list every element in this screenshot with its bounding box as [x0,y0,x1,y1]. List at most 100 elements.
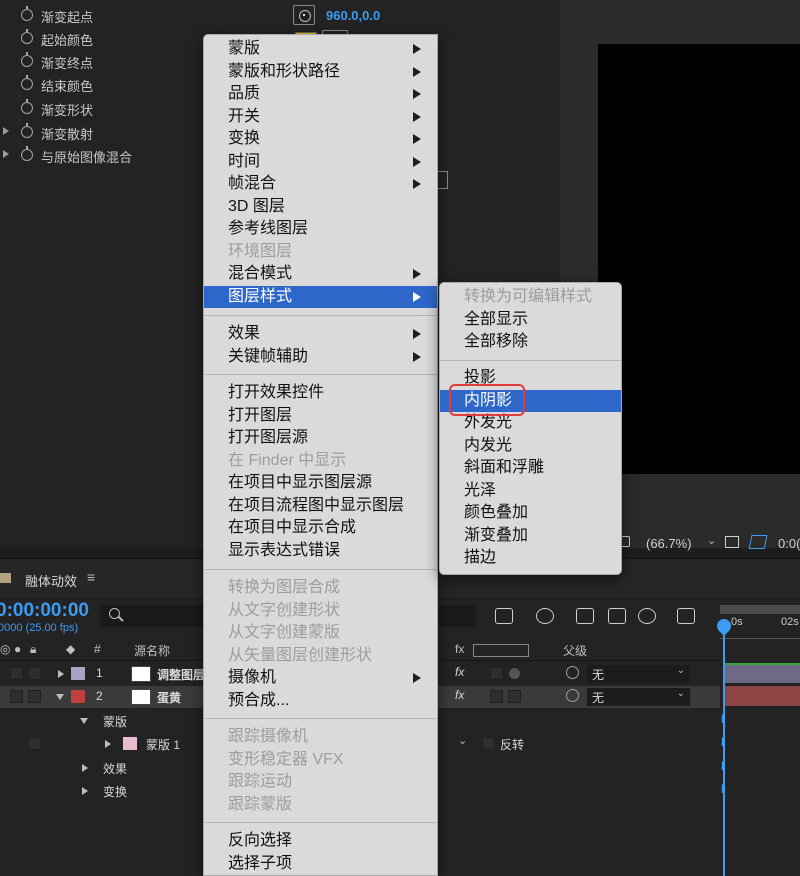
menu-item-time[interactable]: 时间 [204,151,437,174]
submenu-item-stroke[interactable]: 描边 [440,547,621,570]
mask-color-swatch[interactable] [123,737,137,750]
mask-name[interactable]: 蒙版 1 [146,736,180,753]
switch-box[interactable] [508,690,521,703]
layer-duration-bar[interactable] [725,663,800,683]
switch-box[interactable] [490,667,503,680]
pick-whip-icon[interactable] [566,689,579,702]
layer-name[interactable]: 蛋黄 [157,689,181,706]
region-of-interest-icon[interactable] [748,535,768,549]
twirl-arrow-icon[interactable] [105,740,111,748]
menu-item-masks[interactable]: 蒙版 [204,38,437,61]
graph-editor-icon[interactable] [677,608,695,624]
start-point-value[interactable]: 960.0,0.0 [326,8,380,23]
submenu-item-bevel-emboss[interactable]: 斜面和浮雕 [440,457,621,480]
stopwatch-icon[interactable] [21,123,33,138]
chevron-down-icon[interactable]: ⌄ [707,534,716,547]
twirl-arrow-icon[interactable] [82,787,88,795]
stopwatch-icon[interactable] [21,99,33,114]
submenu-item-remove-all[interactable]: 全部移除 [440,331,621,354]
menu-item-invert-selection[interactable]: 反向选择 [204,830,437,853]
menu-item-select-children[interactable]: 选择子项 [204,853,437,876]
menu-item-label: 在项目中显示图层源 [228,474,373,491]
menu-item-3d-layer[interactable]: 3D 图层 [204,196,437,219]
menu-item-keyframe-assistant[interactable]: 关键帧辅助 [204,346,437,369]
solo-toggle[interactable] [10,667,23,680]
panel-menu-icon[interactable]: ≡ [87,569,95,585]
submenu-item-color-overlay[interactable]: 颜色叠加 [440,502,621,525]
layer-duration-bar[interactable] [725,686,800,706]
crosshair-icon[interactable] [293,5,315,25]
label-color-swatch[interactable] [71,690,85,703]
adjustment-layer-icon[interactable] [508,667,521,680]
menu-item-frame-blending[interactable]: 帧混合 [204,173,437,196]
menu-item-blending-mode[interactable]: 混合模式 [204,263,437,286]
menu-item-reveal-in-flowchart[interactable]: 在项目流程图中显示图层 [204,495,437,518]
ruler-label: 0s [731,616,743,628]
stopwatch-icon[interactable] [21,146,33,161]
twirl-arrow-icon[interactable] [82,764,88,772]
menu-item-camera[interactable]: 摄像机 [204,667,437,690]
switch-box[interactable] [490,690,503,703]
draft-3d-icon[interactable] [536,608,554,624]
comp-color-swatch [0,573,11,583]
lock-toggle[interactable] [28,690,41,703]
zoom-dropdown[interactable]: (66.7%) [646,536,692,551]
menu-item-reveal-comp-in-project[interactable]: 在项目中显示合成 [204,517,437,540]
invert-checkbox[interactable] [482,737,495,750]
lock-toggle[interactable] [28,667,41,680]
source-name-header[interactable]: 源名称 [134,642,170,659]
twirl-arrow-icon[interactable] [80,718,88,724]
label-color-swatch[interactable] [71,667,85,680]
property-label: 结束颜色 [41,79,94,94]
composition-canvas[interactable] [598,44,800,474]
work-area-bar[interactable] [720,605,800,614]
menu-item-switches[interactable]: 开关 [204,106,437,129]
submenu-item-inner-glow[interactable]: 内发光 [440,435,621,458]
menu-item-transform[interactable]: 变换 [204,128,437,151]
comp-flowchart-icon[interactable] [495,608,513,624]
motion-blur-icon[interactable] [638,608,656,624]
submenu-item-gradient-overlay[interactable]: 渐变叠加 [440,525,621,548]
menu-item-open-layer-source[interactable]: 打开图层源 [204,427,437,450]
parent-dropdown[interactable]: 无 ⌄ [587,688,690,706]
search-field-end[interactable] [438,605,476,627]
stopwatch-icon[interactable] [21,52,33,67]
menu-item-open-effect-controls[interactable]: 打开效果控件 [204,382,437,405]
menu-item-label: 打开图层 [228,406,293,424]
twirl-arrow-icon[interactable] [58,670,64,678]
menu-item-mask-shape-path[interactable]: 蒙版和形状路径 [204,61,437,84]
menu-item-quality[interactable]: 品质 [204,83,437,106]
twirl-arrow-icon[interactable] [56,694,64,700]
current-time-display[interactable]: 0:00:00:00 [0,600,89,622]
stopwatch-icon[interactable] [21,6,33,21]
twirl-arrow-icon[interactable] [3,150,9,158]
twirl-arrow-icon[interactable] [3,127,9,135]
submenu-item-satin[interactable]: 光泽 [440,480,621,503]
parent-dropdown[interactable]: 无 ⌄ [587,665,690,683]
frame-blending-icon[interactable] [608,608,626,624]
stopwatch-icon[interactable] [21,29,33,44]
menu-item-show-expression-errors[interactable]: 显示表达式错误 [204,540,437,563]
shy-layers-icon[interactable] [576,608,594,624]
menu-item-guide-layer[interactable]: 参考线图层 [204,218,437,241]
solo-toggle[interactable] [10,690,23,703]
submenu-item-show-all[interactable]: 全部显示 [440,309,621,332]
menu-item-precompose[interactable]: 预合成... [204,690,437,713]
menu-item-reveal-source-in-project[interactable]: 在项目中显示图层源 [204,472,437,495]
menu-item-layer-styles[interactable]: 图层样式 [204,285,437,308]
property-row[interactable]: 渐变起点 [0,5,560,27]
stopwatch-icon[interactable] [21,75,33,90]
menu-item-effects[interactable]: 效果 [204,323,437,346]
fx-switch-icon[interactable]: fx [455,665,464,679]
lock-toggle[interactable] [28,737,41,750]
menu-item-track-motion: 跟踪运动 [204,771,437,794]
fx-switch-icon[interactable]: fx [455,688,464,702]
chevron-down-icon[interactable]: ⌄ [458,734,467,747]
viewer-timecode[interactable]: 0:0( [778,536,800,551]
layer-name[interactable]: 调整图层 [157,666,205,683]
playhead-line[interactable] [723,619,725,876]
pick-whip-icon[interactable] [566,666,579,679]
grid-icon[interactable] [725,536,739,548]
menu-item-open-layer[interactable]: 打开图层 [204,405,437,428]
submenu-arrow-icon [413,673,421,683]
